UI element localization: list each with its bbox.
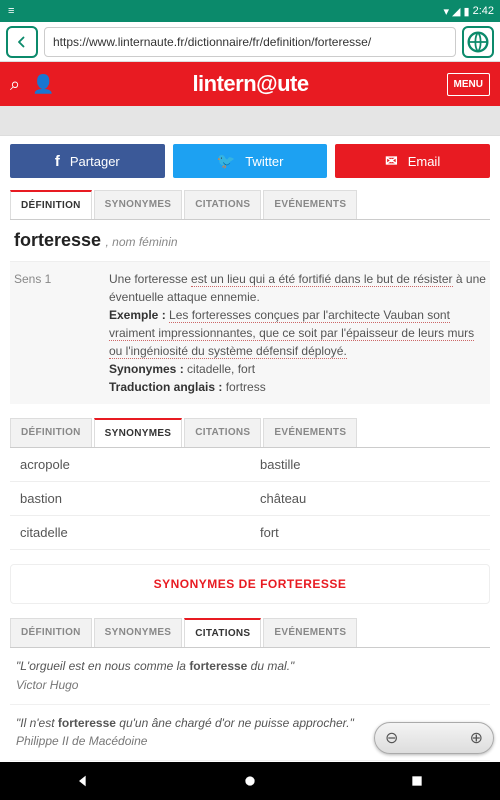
back-button[interactable] [6, 26, 38, 58]
tabs-1: DÉFINITION SYNONYMES CITATIONS EVÉNEMENT… [10, 190, 490, 220]
share-twitter[interactable]: 🐦Twitter [173, 144, 328, 178]
word-heading: forteresse , nom féminin [10, 220, 490, 262]
synonyms-grid: acropole bastille bastion château citade… [10, 448, 490, 550]
notification-icon: ≡ [8, 5, 14, 17]
user-icon[interactable]: 👤 [32, 74, 54, 95]
search-icon[interactable]: ⌕ [10, 74, 20, 95]
menu-button[interactable]: MENU [447, 73, 490, 96]
url-text: https://www.linternaute.fr/dictionnaire/… [53, 35, 371, 49]
tab3-citations[interactable]: CITATIONS [184, 618, 261, 647]
android-nav-bar [0, 762, 500, 800]
share-row: fPartager 🐦Twitter ✉Email [10, 144, 490, 178]
page-content: fPartager 🐦Twitter ✉Email DÉFINITION SYN… [0, 136, 500, 796]
tab-definition[interactable]: DÉFINITION [10, 190, 92, 219]
syn-item[interactable]: fort [250, 516, 490, 550]
twitter-icon: 🐦 [217, 152, 236, 170]
tab3-definition[interactable]: DÉFINITION [10, 618, 92, 647]
tab2-definition[interactable]: DÉFINITION [10, 418, 92, 447]
sense-1: Sens 1 Une forteresse est un lieu qui a … [10, 262, 490, 404]
tab-synonymes[interactable]: SYNONYMES [94, 190, 183, 219]
email-icon: ✉ [385, 152, 398, 170]
word-meta: , nom féminin [106, 235, 178, 249]
tab-evenements[interactable]: EVÉNEMENTS [263, 190, 357, 219]
syn-item[interactable]: acropole [10, 448, 250, 482]
zoom-in-icon[interactable]: ⊕ [470, 728, 483, 748]
nav-home-icon[interactable] [242, 773, 258, 789]
nav-recent-icon[interactable] [409, 773, 425, 789]
syn-item[interactable]: bastion [10, 482, 250, 516]
tab2-evenements[interactable]: EVÉNEMENTS [263, 418, 357, 447]
tabs-2: DÉFINITION SYNONYMES CITATIONS EVÉNEMENT… [10, 418, 490, 448]
site-logo[interactable]: lintern@ute [67, 71, 435, 97]
syn-item[interactable]: château [250, 482, 490, 516]
url-bar[interactable]: https://www.linternaute.fr/dictionnaire/… [44, 27, 456, 57]
zoom-out-icon[interactable]: ⊖ [385, 728, 398, 748]
word-title: forteresse [14, 230, 101, 250]
android-status-bar: ≡ ▾ ◢ ▮ 2:42 [0, 0, 500, 22]
tab-citations[interactable]: CITATIONS [184, 190, 261, 219]
zoom-control[interactable]: ⊖ ⊕ [374, 722, 494, 754]
browser-toolbar: https://www.linternaute.fr/dictionnaire/… [0, 22, 500, 62]
citation: "L'orgueil est en nous comme la forteres… [10, 648, 490, 705]
share-email[interactable]: ✉Email [335, 144, 490, 178]
globe-icon [464, 28, 492, 56]
tab3-evenements[interactable]: EVÉNEMENTS [263, 618, 357, 647]
share-facebook[interactable]: fPartager [10, 144, 165, 178]
syn-item[interactable]: bastille [250, 448, 490, 482]
arrow-left-icon [13, 33, 31, 51]
ad-placeholder [0, 106, 500, 136]
nav-back-icon[interactable] [75, 773, 91, 789]
wifi-icon: ▾ [444, 5, 450, 18]
syn-item[interactable]: citadelle [10, 516, 250, 550]
globe-button[interactable] [462, 26, 494, 58]
tab3-synonymes[interactable]: SYNONYMES [94, 618, 183, 647]
clock: 2:42 [473, 5, 494, 17]
tab2-synonymes[interactable]: SYNONYMES [94, 418, 183, 447]
facebook-icon: f [55, 153, 60, 170]
sense-body: Une forteresse est un lieu qui a été for… [109, 270, 486, 396]
tabs-3: DÉFINITION SYNONYMES CITATIONS EVÉNEMENT… [10, 618, 490, 648]
site-header: ⌕ 👤 lintern@ute MENU [0, 62, 500, 106]
sense-label: Sens 1 [14, 270, 109, 396]
battery-icon: ▮ [464, 5, 470, 18]
signal-icon: ◢ [452, 5, 460, 18]
tab2-citations[interactable]: CITATIONS [184, 418, 261, 447]
synonyms-link[interactable]: SYNONYMES DE FORTERESSE [10, 564, 490, 604]
